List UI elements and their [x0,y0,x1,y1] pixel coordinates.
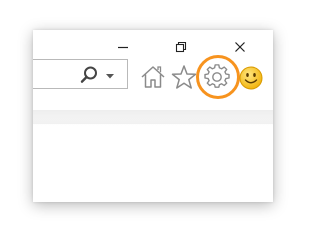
screenshot-stage [0,0,306,239]
chevron-down-icon [106,74,114,79]
browser-window [33,30,273,202]
close-button[interactable] [229,38,251,56]
close-icon [235,42,245,52]
address-dropdown-button[interactable] [103,68,117,82]
search-button[interactable] [79,65,99,85]
restore-icon [175,41,187,53]
star-icon [171,65,197,89]
feedback-button[interactable] [238,65,264,91]
toolbar-shadow [33,110,273,126]
minimize-icon [118,46,128,49]
smiley-icon [239,66,263,90]
favorites-button[interactable] [171,64,197,90]
restore-button[interactable] [170,38,192,56]
address-bar[interactable] [33,59,128,89]
tools-button[interactable] [204,64,230,90]
gear-icon [204,64,230,88]
home-button[interactable] [140,64,166,90]
search-icon [80,66,97,83]
page-content-area [33,126,273,202]
home-icon [141,66,165,88]
minimize-button[interactable] [112,38,134,56]
